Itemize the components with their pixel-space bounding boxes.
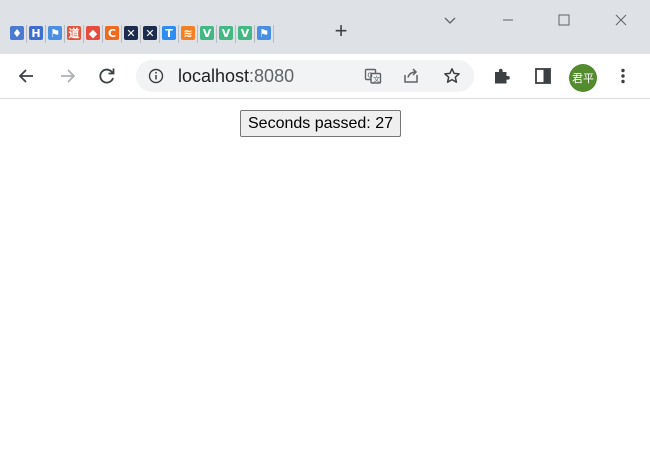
forward-button[interactable]: [53, 62, 81, 90]
diamond-favicon: ◆: [86, 26, 100, 40]
stack-favicon: ≋: [181, 26, 195, 40]
browser-tab[interactable]: ✕: [141, 22, 160, 44]
browser-tab[interactable]: ✕: [122, 22, 141, 44]
browser-tab[interactable]: H: [27, 22, 46, 44]
browser-tab[interactable]: ♦: [8, 22, 27, 44]
vue-favicon: V: [238, 26, 252, 40]
browser-toolbar: localhost:8080 G文 君平: [0, 54, 650, 99]
browser-tab[interactable]: ⚑: [255, 22, 274, 44]
red-app-favicon: 道: [67, 26, 81, 40]
puzzle-piece-icon: [495, 68, 510, 84]
side-panel-button[interactable]: [529, 62, 557, 90]
cross-favicon: ✕: [124, 26, 138, 40]
browser-window: ♦ H ⚑ 道 ◆ C ✕ ✕ T ≋ V V V ⚑ + localhost:8080 G文: [0, 0, 650, 456]
seconds-counter-button[interactable]: Seconds passed: 27: [240, 110, 401, 137]
forward-arrow-icon: [61, 69, 76, 83]
back-arrow-icon: [18, 69, 33, 83]
pinned-tabs: ♦ H ⚑ 道 ◆ C ✕ ✕ T ≋ V V V ⚑: [8, 20, 274, 46]
maximize-button[interactable]: [552, 8, 576, 32]
share-icon[interactable]: [402, 67, 420, 85]
url-text[interactable]: localhost:8080: [178, 66, 294, 86]
blue-flag-favicon: ⚑: [257, 26, 271, 40]
tab-search-chevron-icon[interactable]: [440, 8, 460, 32]
kebab-menu-icon: [621, 68, 625, 84]
orange-c-favicon: C: [105, 26, 119, 40]
browser-tab[interactable]: V: [217, 22, 236, 44]
blue-puzzle-favicon: ♦: [10, 26, 24, 40]
back-button[interactable]: [13, 62, 41, 90]
browser-tab[interactable]: V: [198, 22, 217, 44]
reload-icon: [99, 68, 115, 84]
url-port: :8080: [249, 66, 295, 86]
browser-tab[interactable]: 道: [65, 22, 84, 44]
side-panel-icon: [535, 68, 551, 84]
blue-flag-favicon: ⚑: [48, 26, 62, 40]
browser-tab[interactable]: T: [160, 22, 179, 44]
cross-favicon: ✕: [143, 26, 157, 40]
bookmark-star-icon[interactable]: [443, 67, 461, 85]
svg-text:文: 文: [373, 74, 380, 83]
new-tab-button[interactable]: +: [330, 20, 352, 42]
browser-menu-button[interactable]: [609, 62, 637, 90]
browser-tab[interactable]: V: [236, 22, 255, 44]
t-favicon: T: [162, 26, 176, 40]
translate-icon[interactable]: G文: [364, 67, 382, 85]
close-window-button[interactable]: [609, 8, 633, 32]
url-host: localhost: [178, 66, 250, 86]
extensions-button[interactable]: [488, 62, 516, 90]
browser-tab[interactable]: ◆: [84, 22, 103, 44]
minimize-button[interactable]: [496, 8, 520, 32]
profile-avatar[interactable]: 君平: [569, 64, 597, 92]
site-info-icon[interactable]: [148, 68, 164, 84]
reload-button[interactable]: [93, 62, 121, 90]
vue-favicon: V: [200, 26, 214, 40]
blue-book-favicon: H: [29, 26, 43, 40]
browser-tab[interactable]: C: [103, 22, 122, 44]
page-content: Seconds passed: 27: [0, 99, 650, 456]
address-bar[interactable]: localhost:8080 G文: [136, 60, 474, 92]
vue-favicon: V: [219, 26, 233, 40]
tab-strip: ♦ H ⚑ 道 ◆ C ✕ ✕ T ≋ V V V ⚑ +: [0, 0, 650, 54]
browser-tab[interactable]: ≋: [179, 22, 198, 44]
browser-tab[interactable]: ⚑: [46, 22, 65, 44]
